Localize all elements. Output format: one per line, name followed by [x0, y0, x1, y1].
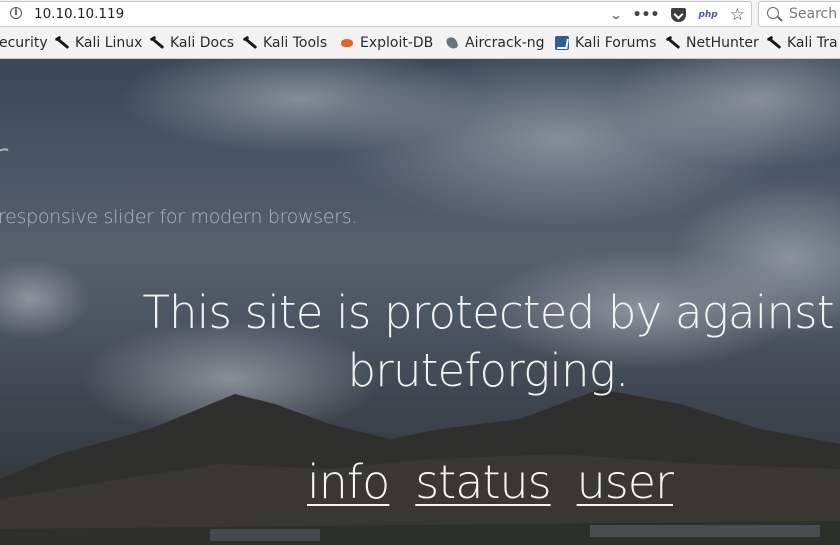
address-bar-actions: ⌄ ••• php ☆	[609, 5, 745, 25]
slider-subtitle: responsive slider for modern browsers.	[0, 206, 358, 228]
kali-dragon-icon	[243, 36, 257, 50]
kali-dragon-icon	[666, 36, 680, 50]
url-row: i 10.10.10.119 ⌄ ••• php ☆ Search	[0, 0, 840, 30]
kali-dragon-icon	[767, 36, 781, 50]
slider-title: r	[0, 131, 8, 191]
bookmark-aircrack-ng[interactable]: Aircrack-ng	[445, 35, 545, 51]
search-bar[interactable]: Search	[758, 1, 840, 27]
protection-message-line1: This site is protected by against	[142, 286, 834, 339]
bookmark-label: Kali Tra	[787, 35, 838, 51]
protection-message: This site is protected by against brutef…	[138, 284, 838, 400]
bookmark-kali-docs[interactable]: Kali Docs	[150, 35, 234, 51]
kali-dragon-icon	[150, 36, 164, 50]
browser-chrome: i 10.10.10.119 ⌄ ••• php ☆ Search ecurit…	[0, 0, 840, 59]
chevron-down-icon[interactable]: ⌄	[609, 8, 622, 22]
php-extension-icon[interactable]: php	[698, 10, 717, 20]
protection-message-line2: bruteforging.	[347, 344, 630, 397]
page-viewport: r responsive slider for modern browsers.…	[0, 59, 840, 545]
bookmark-label: Kali Linux	[75, 35, 143, 51]
bookmark-label: NetHunter	[686, 35, 759, 51]
page-actions-menu-icon[interactable]: •••	[633, 7, 660, 23]
bookmark-exploit-db[interactable]: Exploit-DB	[340, 35, 433, 51]
bookmark-kali-tools[interactable]: Kali Tools	[243, 35, 327, 51]
user-link[interactable]: user	[577, 455, 674, 515]
status-link[interactable]: status	[415, 455, 551, 515]
bookmark-label: Aircrack-ng	[465, 35, 545, 51]
address-bar[interactable]: i 10.10.10.119 ⌄ ••• php ☆	[0, 1, 752, 27]
bookmark-kali-training[interactable]: Kali Tra	[767, 35, 838, 51]
url-text[interactable]: 10.10.10.119	[34, 6, 124, 22]
pocket-icon[interactable]	[671, 8, 687, 22]
nav-links: info status user	[307, 455, 674, 515]
site-info-icon[interactable]: i	[10, 7, 22, 19]
bookmark-nethunter[interactable]: NetHunter	[666, 35, 759, 51]
aircrack-icon	[445, 36, 459, 50]
exploit-db-icon	[340, 36, 354, 50]
bookmark-star-icon[interactable]: ☆	[730, 6, 745, 24]
bookmark-label: ecurity	[0, 35, 48, 51]
search-placeholder: Search	[789, 6, 838, 22]
bookmark-label: Kali Docs	[170, 35, 235, 51]
bookmark-kali-linux[interactable]: Kali Linux	[55, 35, 142, 51]
bookmark-label: Kali Tools	[263, 35, 328, 51]
bookmark-label: Kali Forums	[575, 35, 657, 51]
bookmark-kali-forums[interactable]: Kali Forums	[555, 35, 656, 51]
info-link[interactable]: info	[307, 455, 390, 515]
kali-forums-icon	[555, 36, 569, 50]
bookmark-label: Exploit-DB	[360, 35, 434, 51]
bookmarks-toolbar: ecurity Kali Linux Kali Docs Kali Tools …	[0, 30, 840, 58]
kali-dragon-icon	[55, 36, 69, 50]
search-icon	[767, 7, 779, 19]
bookmark-security[interactable]: ecurity	[0, 35, 48, 51]
